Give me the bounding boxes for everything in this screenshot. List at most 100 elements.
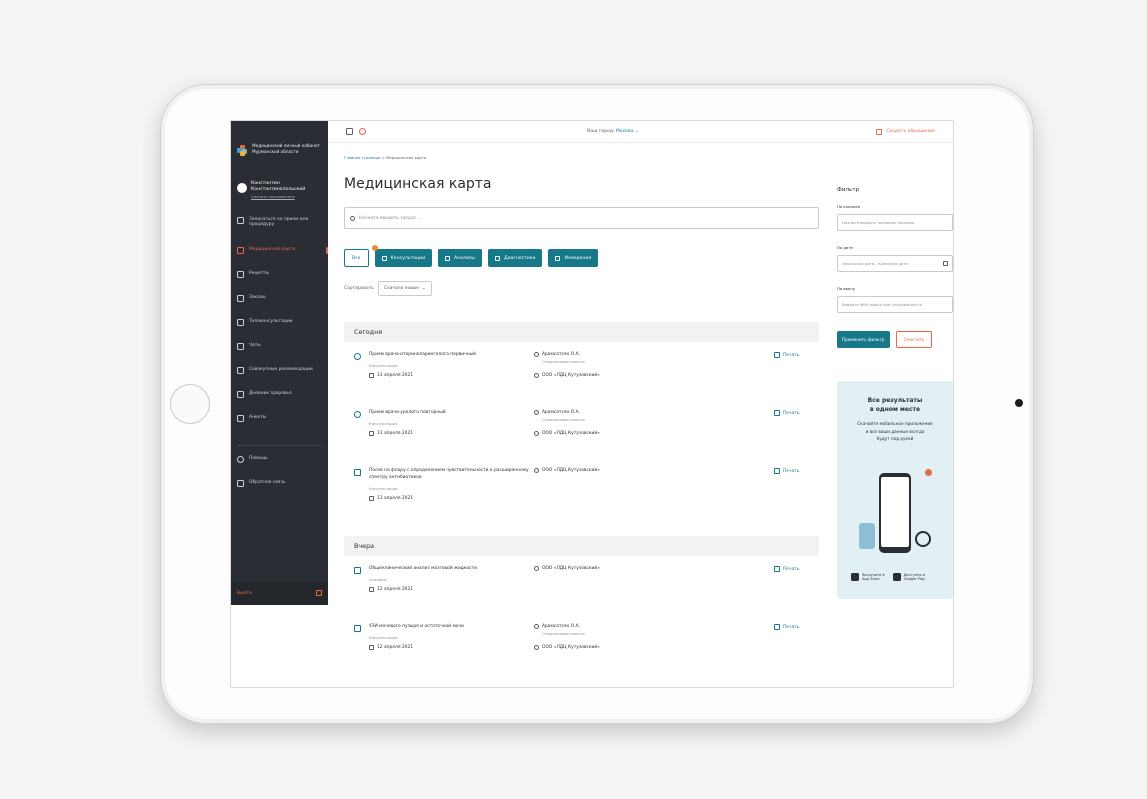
sidebar-divider [237,444,322,446]
filter-date-placeholder: Начальная дата - Конечная дата [842,261,908,266]
calendar-icon[interactable] [346,128,353,135]
building-icon [534,468,539,473]
filter-clinic-label: По клинике [837,204,861,209]
print-button[interactable]: Печать [774,352,799,358]
list-item[interactable]: Посев на флору с определением чувствител… [344,458,819,526]
phone-illustration [879,473,911,553]
chip-measurements[interactable]: Измерения [548,249,599,267]
sidebar-item-orders[interactable]: Заказы [231,294,328,319]
chevron-down-icon: ⌄ [421,286,426,291]
record-title[interactable]: УЗИ мочевого пузыря и остаточной мочи [369,624,537,631]
app-screen: Медицинский личный кабинет Мурманской об… [230,120,954,688]
building-icon [534,566,539,571]
breadcrumb-current: Медицинская карта [386,155,427,160]
chip-all[interactable]: Все [344,249,369,267]
avatar [237,183,247,193]
printer-icon [774,352,780,358]
google-play-icon [892,573,901,582]
sidebar-item-appointment[interactable]: Записаться на прием или процедуру [231,216,328,247]
create-request-button[interactable]: Создать обращение [876,128,953,135]
chip-label: Все [352,255,361,261]
record-doctor: Арамсатсян О.А. [534,624,694,629]
notification-icon[interactable] [359,128,366,135]
sidebar-item-label: Обратная связь [249,479,286,485]
filter-date-input[interactable]: Начальная дата - Конечная дата [837,255,953,272]
print-button[interactable]: Печать [774,624,799,630]
record-type: Консультация [369,634,398,640]
brand[interactable]: Медицинский личный кабинет Мурманской об… [231,121,328,156]
sidebar-item-label: Анкеты [249,414,267,420]
record-title[interactable]: Посев на флору с определением чувствител… [369,468,537,482]
sidebar-item-label: Записаться на прием или процедуру [249,216,309,228]
list-item[interactable]: Прием врача-оториноларинголога первичный… [344,342,819,400]
sidebar-item-label: Помощь [249,455,268,461]
print-button[interactable]: Печать [774,468,799,474]
sidebar-item-label: Медицинская карта [249,246,296,252]
record-date: 13 апреля 2021 [369,495,537,501]
user-block[interactable]: Константин Константинопольский Сменить п… [231,155,328,199]
breadcrumb-home[interactable]: Главная страница [344,155,381,160]
orders-icon [237,294,244,302]
clipboard-icon [237,414,244,422]
list-item[interactable]: УЗИ мочевого пузыря и остаточной мочи Ко… [344,614,819,672]
sidebar-menu: Записаться на прием или процедуру Медици… [231,199,328,504]
feedback-icon [237,479,244,487]
sidebar-item-label: Телеконсультации [249,318,293,324]
filter-clinic-input[interactable]: Начните вводить название клиники [837,214,953,231]
sidebar-item-chats[interactable]: Чаты [231,342,328,367]
printer-icon [774,468,780,474]
list-item[interactable]: Общеклинический анализ мозговой жидкости… [344,556,819,614]
sidebar: Медицинский личный кабинет Мурманской об… [231,121,328,687]
apply-filter-button[interactable]: Применить фильтр [837,331,890,348]
print-button[interactable]: Печать [774,566,799,572]
sidebar-item-label: Дневник здоровья [249,390,292,396]
record-doctor: Арамсатсян О.А. [534,352,694,357]
chip-consultations[interactable]: Консультации [371,245,433,267]
sidebar-item-medical-card[interactable]: Медицинская карта [231,246,328,271]
chip-diagnostics[interactable]: Диагностика [488,249,543,267]
test-tube-icon [354,469,361,476]
print-button[interactable]: Печать [774,410,799,416]
sidebar-item-health-diary[interactable]: Дневник здоровья [231,390,328,415]
app-store-button[interactable]: Загрузите в App Store [851,573,885,582]
record-type: Консультация [369,485,398,491]
sidebar-item-questionnaires[interactable]: Анкеты [231,414,328,439]
magnifier-illustration [915,531,931,547]
chip-analyses[interactable]: Анализы [438,249,483,267]
store-badges: Загрузите в App Store Доступно в Google Pl… [851,573,925,582]
store-name: Google Play [903,577,925,582]
record-type: Консультация [369,362,398,368]
switch-user-link[interactable]: Сменить пользователя [251,195,322,199]
chip-label: Консультации [390,255,426,261]
record-type: Анализы [369,576,387,582]
sort-select[interactable]: Сначала новые ⌄ [377,281,432,296]
sidebar-item-help[interactable]: Помощь [231,455,328,480]
record-title[interactable]: Общеклинический анализ мозговой жидкости [369,566,537,573]
clear-filter-button[interactable]: Очистить [895,331,933,348]
city-selector[interactable]: Ваш город: Москва ⌄ [528,129,698,134]
record-specialty: Оториноларингология [542,360,585,364]
main-content: Главная страница > Медицинская карта Мед… [344,155,819,672]
logout-button[interactable]: Выйти [231,581,328,605]
category-chips: Все Консультации Анализы Диагностика Изм… [344,245,819,267]
record-doctor: Арамсатсян О.А. [534,410,694,415]
record-title[interactable]: Прием врача-уролога повторный [369,410,537,417]
chip-label: Анализы [454,255,476,261]
sidebar-item-feedback[interactable]: Обратная связь [231,479,328,504]
chat-icon [237,342,244,350]
google-play-button[interactable]: Доступно в Google Play [892,573,925,582]
chip-label: Измерения [564,255,592,261]
filter-doctor-input[interactable]: Введите ФИО врача или специальность [837,296,953,313]
sidebar-panel: Медицинский личный кабинет Мурманской об… [231,121,328,605]
search-input[interactable]: Начните вводить запрос ... [344,207,819,229]
sidebar-item-label: Совокупные рекомендации [249,366,313,372]
breadcrumb: Главная страница > Медицинская карта [344,155,819,160]
calendar-icon [369,430,374,436]
user-icon [534,352,539,357]
sidebar-item-teleconsultations[interactable]: Телеконсультации [231,318,328,343]
filter-doctor-label: По врачу [837,286,855,291]
record-title[interactable]: Прием врача-оториноларинголога первичный [369,352,537,359]
list-item[interactable]: Прием врача-уролога повторный Консультац… [344,400,819,458]
sidebar-item-recommendations[interactable]: Совокупные рекомендации [231,366,328,391]
sidebar-item-prescriptions[interactable]: Рецепты [231,270,328,295]
